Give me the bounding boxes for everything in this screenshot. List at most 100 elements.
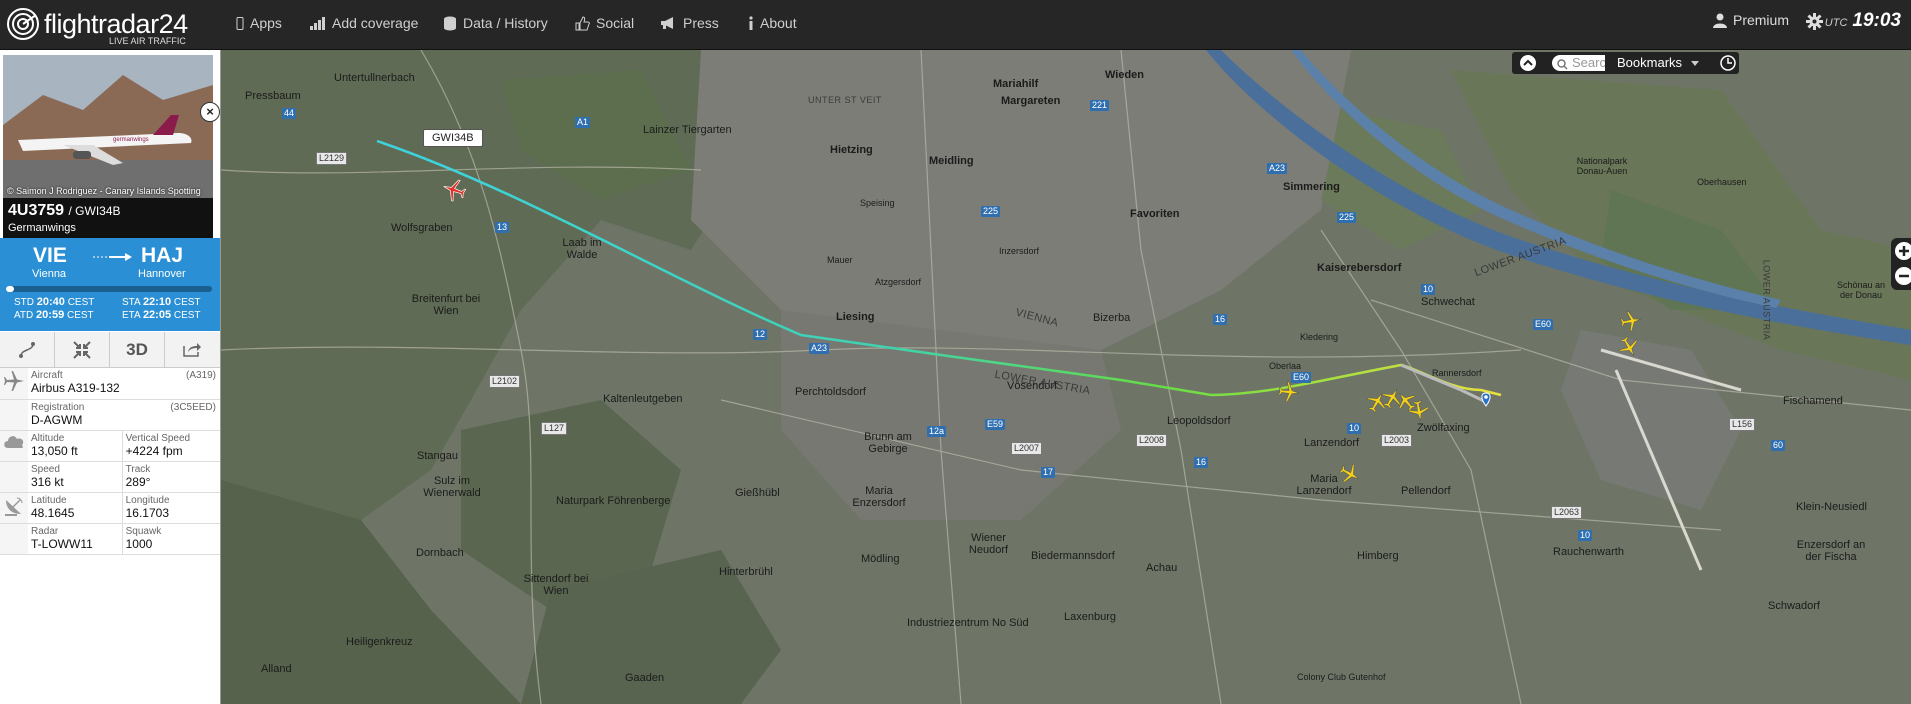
aircraft-marker[interactable]	[1338, 463, 1361, 490]
radar-label: Radar	[31, 525, 59, 537]
center-aircraft-button[interactable]	[55, 332, 110, 367]
share-button[interactable]	[165, 332, 219, 367]
map-place: Inzersdorf	[999, 246, 1040, 256]
detail-row-aircraft: Aircraft Airbus A319-132 (A319)	[0, 368, 220, 400]
info-icon	[749, 16, 753, 30]
aircraft-photo[interactable]: germanwings © Saimon J Rodriguez - Canar…	[3, 55, 213, 198]
settings-button[interactable]	[1806, 13, 1823, 35]
map-place: Enzersdorf an der Fischa	[1796, 539, 1866, 563]
detail-row-altitude: Altitude 13,050 ft Vertical Speed +4224 …	[0, 430, 220, 462]
map-place: Oberhausen	[1697, 177, 1747, 187]
flightradar24-logo[interactable]: flightradar24 LIVE AIR TRAFFIC	[6, 5, 188, 46]
selected-aircraft-callout[interactable]: GWI34B	[423, 129, 483, 147]
megaphone-icon	[661, 17, 673, 29]
bookmarks-dropdown[interactable]: Bookmarks	[1605, 52, 1715, 74]
signal-bars-icon	[310, 16, 325, 30]
utc-label: UTC	[1824, 17, 1848, 29]
search-icon	[1557, 59, 1568, 70]
top-navigation-bar: flightradar24 LIVE AIR TRAFFIC Apps Add …	[0, 0, 1911, 50]
map-place: Hietzing	[830, 144, 873, 156]
clock-icon	[1720, 55, 1736, 71]
detail-row-radar: Radar T-LOWW11 Squawk 1000	[0, 523, 220, 555]
map-place: Naturpark Föhrenberge	[556, 495, 671, 507]
map-place: Biedermannsdorf	[1031, 550, 1115, 562]
registration-cell: Registration D-AGWM (3C5EED)	[28, 399, 220, 431]
zoom-in-button[interactable]	[1895, 242, 1911, 260]
selected-aircraft-callsign: GWI34B	[432, 132, 474, 144]
map-place: Nationalpark Donau-Auen	[1576, 156, 1628, 176]
map-view[interactable]: Untertullnerbach Pressbaum Wolfsgraben L…	[221, 50, 1911, 704]
detail-row-speed: Speed 316 kt Track 289°	[0, 461, 220, 493]
nav-data-history[interactable]: Data / History	[443, 12, 548, 34]
flight-progress-bar	[6, 286, 212, 292]
eta-time: 22:05	[142, 309, 172, 321]
selected-aircraft-marker[interactable]	[442, 178, 467, 207]
road-shield: 17	[1041, 467, 1056, 478]
road-shield: E60	[1533, 319, 1554, 330]
show-route-button[interactable]	[0, 332, 55, 367]
flight-callsign: / GWI34B	[68, 204, 121, 218]
map-place: Mariahilf	[993, 78, 1039, 90]
map-place: Bizerba	[1093, 312, 1131, 324]
longitude-label: Longitude	[125, 494, 170, 506]
aircraft-marker[interactable]	[1620, 310, 1642, 337]
airline-name: Germanwings	[8, 222, 76, 234]
map-place: Mauer	[827, 255, 853, 265]
map-place: Pressbaum	[245, 90, 301, 102]
map-place: Kledering	[1300, 332, 1339, 342]
aircraft-marker[interactable]	[1278, 381, 1300, 408]
track-label: Track	[125, 463, 151, 475]
collapse-toolbar-button[interactable]	[1520, 55, 1536, 71]
std-time: 20:40	[36, 296, 65, 308]
aircraft-value: Airbus A319-132	[31, 381, 120, 395]
destination-code[interactable]: HAJ	[141, 244, 183, 268]
origin-code[interactable]: VIE	[33, 244, 67, 268]
map-place: Schwadorf	[1768, 600, 1820, 612]
radar-icon-cell	[0, 523, 28, 555]
close-panel-button[interactable]: ×	[200, 102, 220, 122]
map-place: Schönau an der Donau	[1836, 280, 1886, 300]
svg-text:germanwings: germanwings	[113, 137, 149, 143]
map-place: Achau	[1146, 562, 1178, 574]
aircraft-marker[interactable]	[1408, 400, 1430, 427]
road-shield: L2007	[1011, 442, 1043, 455]
aircraft-marker[interactable]	[1618, 335, 1640, 363]
zoom-out-button[interactable]	[1895, 267, 1911, 285]
road-shield: 44	[282, 108, 297, 119]
eta-label: ETA	[122, 310, 141, 321]
map-place: Breitenfurt bei Wien	[411, 293, 481, 317]
route-box: VIE HAJ Vienna Hannover STD 20:40 CEST A…	[0, 238, 220, 331]
nav-about[interactable]: About	[748, 12, 797, 34]
map-place: Laab im Walde	[562, 237, 602, 261]
map-place: Sulz im Wienerwald	[423, 475, 481, 499]
map-place: Perchtoldsdorf	[795, 386, 866, 398]
road-shield: 16	[1213, 314, 1228, 325]
altitude-cell: Altitude 13,050 ft	[28, 430, 123, 462]
map-place: Laxenburg	[1064, 611, 1116, 623]
nav-add-coverage[interactable]: Add coverage	[310, 12, 418, 34]
sta-label: STA	[122, 297, 141, 308]
nav-social[interactable]: Social	[575, 12, 634, 34]
zoom-control	[1891, 238, 1911, 290]
nav-apps[interactable]: Apps	[236, 12, 282, 34]
atd-time: 20:59	[36, 309, 65, 321]
playback-button[interactable]	[1717, 52, 1739, 74]
nav-press[interactable]: Press	[660, 12, 719, 34]
map-place: Fischamend	[1783, 395, 1843, 407]
utc-time: 19:03	[1852, 10, 1901, 31]
aircraft-type-icon	[0, 368, 28, 400]
thumbs-up-icon	[575, 15, 590, 30]
road-shield: 225	[981, 206, 1001, 217]
photo-credit: © Saimon J Rodriguez - Canary Islands Sp…	[7, 186, 201, 196]
nav-press-label: Press	[683, 15, 719, 31]
premium-button[interactable]: Premium	[1712, 12, 1789, 28]
map-place: Stangau	[417, 450, 458, 462]
nav-about-label: About	[760, 15, 797, 31]
chevron-down-icon	[1691, 61, 1699, 66]
squawk-cell: Squawk 1000	[121, 523, 220, 555]
atd-tz: CEST	[66, 310, 94, 321]
gear-icon	[1806, 13, 1823, 30]
view-3d-button[interactable]: 3D	[110, 332, 165, 367]
map-place: Leopoldsdorf	[1167, 415, 1231, 427]
route-arrow-icon	[93, 253, 132, 261]
